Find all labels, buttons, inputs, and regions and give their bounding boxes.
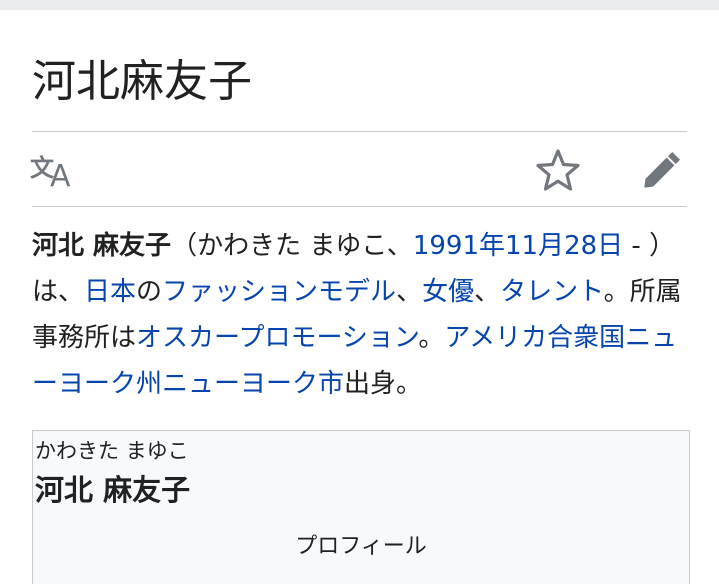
actions-divider (32, 206, 687, 207)
period-text: 。 (418, 323, 445, 353)
is-text: は、 (32, 277, 85, 307)
model-link[interactable]: ファッションモデル (162, 277, 396, 307)
infobox-profile-header: プロフィール (295, 534, 427, 559)
edit-button[interactable] (636, 146, 688, 194)
language-button[interactable]: 文 A (30, 150, 82, 194)
no-text: の (136, 277, 163, 307)
watch-star-button[interactable] (532, 146, 584, 194)
actress-link[interactable]: 女優 (422, 277, 474, 307)
pencil-icon (644, 151, 681, 188)
country-link[interactable]: 日本 (84, 277, 136, 307)
infobox-name: 河北 麻友子 (35, 473, 191, 507)
birthdate-link[interactable]: 1991年11月28日 (413, 231, 623, 261)
star-icon (536, 149, 580, 191)
dash-text: - ） (623, 231, 676, 261)
lead-paragraph: 河北 麻友子（かわきた まゆこ、1991年11月28日 - ） は、日本のファッシ… (32, 223, 692, 407)
subject-name: 河北 麻友子 (32, 231, 172, 261)
svg-text:A: A (50, 159, 71, 190)
page-actions-bar: 文 A (0, 132, 719, 206)
comma-text-1: 、 (396, 277, 423, 307)
origin-text: 出身。 (344, 369, 423, 399)
article-page: 河北麻友子 文 A 河北 麻友子（かわきた まゆこ、1991年11月28日 - … (0, 10, 719, 584)
page-title: 河北麻友子 (32, 56, 252, 107)
agency-link[interactable]: オスカープロモーション (136, 323, 418, 353)
reading-text: （かわきた まゆこ、 (171, 231, 413, 261)
language-icon: 文 A (30, 154, 71, 194)
talent-link[interactable]: タレント (500, 277, 603, 307)
browser-top-strip (0, 0, 719, 10)
comma-text-2: 、 (474, 277, 501, 307)
infobox: かわきた まゆこ 河北 麻友子 プロフィール (32, 430, 690, 584)
infobox-kana: かわきた まゆこ (35, 439, 189, 463)
